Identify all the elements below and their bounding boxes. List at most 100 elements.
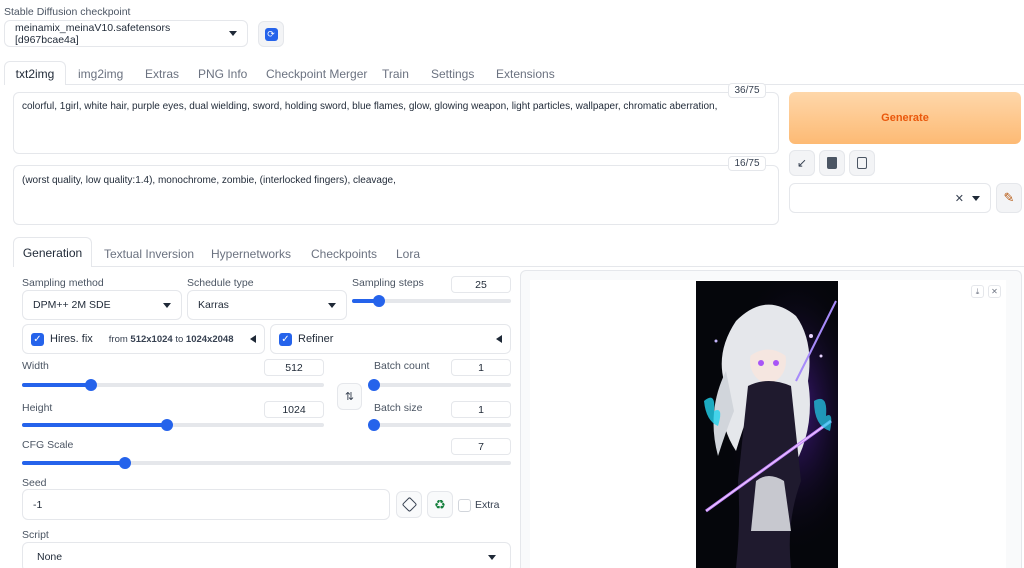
cfg-scale-input[interactable]: 7	[451, 438, 511, 455]
random-seed-button[interactable]	[396, 491, 422, 518]
read-params-button[interactable]: ↙	[789, 150, 815, 176]
slider-thumb[interactable]	[85, 379, 98, 391]
close-preview-button[interactable]: ✕	[988, 285, 1001, 298]
edit-styles-button[interactable]: ✎	[996, 183, 1022, 213]
hires-fix-checkbox[interactable]: ✓	[31, 332, 44, 346]
refiner-panel[interactable]: ✓ Refiner	[270, 324, 511, 354]
height-input[interactable]: 1024	[264, 401, 324, 418]
styles-select[interactable]: ✕	[789, 183, 991, 213]
download-icon: ⤓	[975, 286, 980, 296]
tab-checkpoints[interactable]: Checkpoints	[311, 247, 377, 261]
sampling-method-select[interactable]: DPM++ 2M SDE	[22, 290, 182, 320]
script-select[interactable]: None	[22, 542, 511, 568]
batch-count-label: Batch count	[374, 360, 430, 372]
tab-extras[interactable]: Extras	[145, 67, 179, 81]
collapse-left-icon[interactable]	[250, 335, 256, 343]
generated-image[interactable]	[696, 281, 838, 568]
tab-png-info[interactable]: PNG Info	[198, 67, 247, 81]
sampling-method-label: Sampling method	[22, 277, 104, 289]
tab-txt2img[interactable]: txt2img	[4, 61, 66, 85]
hires-fix-panel[interactable]: ✓ Hires. fix from 512x1024 to 1024x2048	[22, 324, 265, 354]
chevron-down-icon	[229, 31, 237, 36]
close-icon: ✕	[991, 287, 998, 296]
extra-seed-label: Extra	[475, 499, 500, 511]
width-label: Width	[22, 360, 49, 372]
apply-style-button[interactable]	[849, 150, 875, 176]
reuse-seed-button[interactable]: ♻	[427, 491, 453, 518]
extra-seed-checkbox[interactable]	[458, 499, 471, 512]
tab-label: txt2img	[15, 66, 55, 81]
slider-fill	[22, 423, 167, 427]
sampling-steps-input[interactable]: 25	[451, 276, 511, 293]
generate-button[interactable]: Generate	[789, 92, 1021, 144]
slider-thumb[interactable]	[368, 419, 380, 431]
tab-generation[interactable]: Generation	[13, 237, 92, 267]
width-slider[interactable]	[22, 379, 324, 391]
cfg-scale-slider[interactable]	[22, 457, 511, 469]
chevron-down-icon	[328, 302, 336, 308]
seed-value: -1	[33, 498, 43, 511]
script-label: Script	[22, 529, 49, 541]
arrow-down-left-icon: ↙	[796, 156, 808, 170]
slider-thumb[interactable]	[118, 457, 131, 469]
chevron-down-icon	[972, 195, 980, 201]
hires-fix-label: Hires. fix	[50, 333, 93, 345]
sampling-method-value: DPM++ 2M SDE	[33, 299, 111, 311]
slider-thumb[interactable]	[160, 419, 173, 431]
negative-prompt-input[interactable]: (worst quality, low quality:1.4), monoch…	[22, 175, 770, 215]
seed-input[interactable]: -1	[22, 489, 390, 520]
hires-fix-summary: from 512x1024 to 1024x2048	[109, 334, 234, 345]
collapse-left-icon[interactable]	[496, 335, 502, 343]
checkpoint-select[interactable]: meinamix_meinaV10.safetensors [d967bcae4…	[4, 20, 248, 47]
prompt-token-counter: 36/75	[728, 83, 766, 98]
tab-img2img[interactable]: img2img	[78, 67, 123, 81]
prompt-input[interactable]: colorful, 1girl, white hair, purple eyes…	[22, 101, 770, 145]
sampling-steps-slider[interactable]	[352, 295, 511, 307]
prompt-box[interactable]: colorful, 1girl, white hair, purple eyes…	[13, 92, 779, 154]
width-input[interactable]: 512	[264, 359, 324, 376]
clear-prompt-button[interactable]	[819, 150, 845, 176]
tab-lora[interactable]: Lora	[396, 247, 420, 261]
tab-textual-inversion[interactable]: Textual Inversion	[104, 247, 194, 261]
negative-prompt-box[interactable]: (worst quality, low quality:1.4), monoch…	[13, 165, 779, 225]
swap-dimensions-button[interactable]: ⇅	[337, 383, 362, 410]
slider-fill	[22, 383, 92, 387]
trash-icon	[827, 157, 837, 169]
clipboard-icon	[857, 157, 867, 169]
tab-train[interactable]: Train	[382, 67, 409, 81]
slider-thumb[interactable]	[368, 379, 380, 391]
batch-size-input[interactable]: 1	[451, 401, 511, 418]
cfg-scale-label: CFG Scale	[22, 439, 74, 451]
batch-size-slider[interactable]	[368, 419, 511, 431]
schedule-type-value: Karras	[198, 299, 229, 311]
generate-label: Generate	[881, 112, 929, 124]
refresh-icon: ⟳	[264, 27, 278, 41]
tab-hypernetworks[interactable]: Hypernetworks	[211, 247, 291, 261]
schedule-type-select[interactable]: Karras	[187, 290, 347, 320]
dice-icon	[401, 496, 417, 513]
clear-icon[interactable]: ✕	[955, 192, 964, 205]
pencil-icon: ✎	[1003, 190, 1015, 205]
download-button[interactable]: ⤓	[971, 285, 984, 298]
height-slider[interactable]	[22, 419, 324, 431]
batch-size-label: Batch size	[374, 402, 423, 414]
tab-extensions[interactable]: Extensions	[496, 67, 555, 81]
batch-count-input[interactable]: 1	[451, 359, 511, 376]
refresh-checkpoint-button[interactable]: ⟳	[258, 21, 284, 47]
tab-label: Generation	[22, 245, 83, 260]
script-value: None	[37, 551, 63, 563]
schedule-type-label: Schedule type	[187, 277, 254, 289]
subtab-divider	[92, 266, 1024, 267]
slider-thumb[interactable]	[373, 295, 386, 307]
checkpoint-value: meinamix_meinaV10.safetensors [d967bcae4…	[15, 21, 171, 46]
refiner-label: Refiner	[298, 333, 334, 345]
hires-to-value: 1024x2048	[185, 333, 234, 345]
tab-settings[interactable]: Settings	[431, 67, 474, 81]
recycle-icon: ♻	[434, 496, 446, 512]
tab-checkpoint-merger[interactable]: Checkpoint Merger	[266, 67, 367, 81]
hires-from-value: 512x1024	[130, 333, 173, 345]
height-label: Height	[22, 402, 53, 414]
hires-to-text: to	[175, 333, 184, 345]
batch-count-slider[interactable]	[368, 379, 511, 391]
refiner-checkbox[interactable]: ✓	[279, 332, 292, 346]
